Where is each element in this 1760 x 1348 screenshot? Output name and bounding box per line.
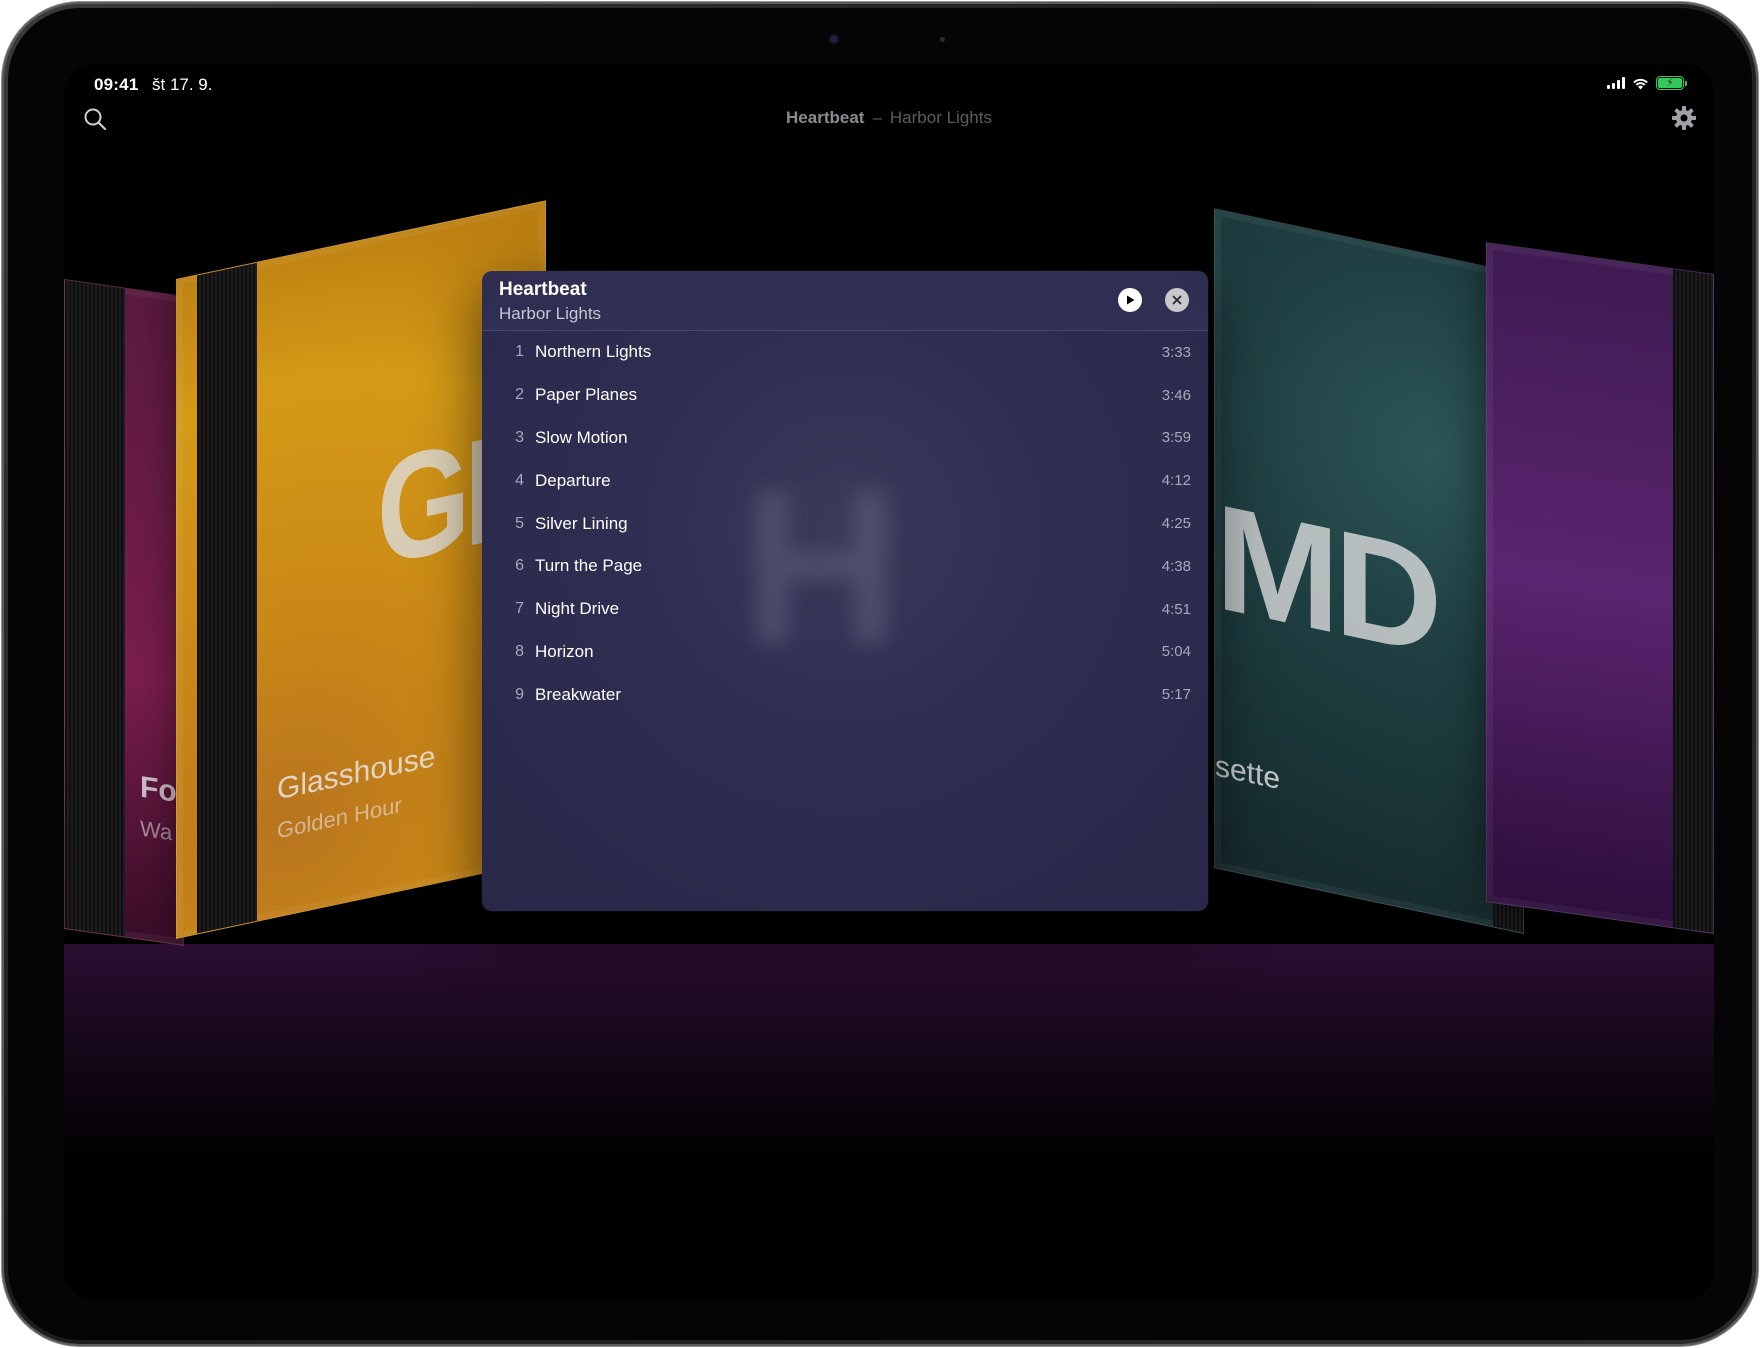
track-title: Departure (535, 470, 611, 490)
track-number: 2 (515, 386, 524, 404)
track-number: 8 (515, 642, 524, 660)
track-row[interactable]: 3 Slow Motion 3:59 (482, 417, 1208, 460)
track-duration: 5:17 (1161, 686, 1191, 704)
play-icon (1127, 295, 1135, 305)
status-time: 09:41 (94, 75, 139, 94)
album-artist-fragment: Wa (140, 815, 173, 846)
album-title-fragment: sette (1215, 749, 1281, 797)
track-number: 5 (515, 514, 524, 532)
track-title: Night Drive (535, 599, 620, 619)
track-number: 4 (515, 471, 524, 489)
track-duration: 4:38 (1161, 557, 1191, 575)
battery-charging-icon: ⚡ (1656, 76, 1687, 90)
album-cover-lettering: MD (1215, 471, 1437, 687)
signal-icon (1607, 77, 1625, 89)
track-title: Slow Motion (535, 427, 628, 447)
track-row[interactable]: 6 Turn the Page 4:38 (482, 545, 1208, 588)
track-title: Horizon (535, 641, 594, 661)
album-title: Heartbeat (499, 279, 587, 300)
settings-button[interactable] (1666, 100, 1702, 136)
album-cover-md[interactable]: MD sette (1214, 208, 1524, 934)
album-cover-far-left[interactable]: Fo Wa (64, 279, 184, 946)
gear-icon (1672, 106, 1696, 130)
now-playing-track: Heartbeat (786, 108, 865, 127)
track-number: 3 (515, 428, 524, 446)
play-album-button[interactable] (1118, 288, 1142, 312)
status-date: št 17. 9. (152, 75, 213, 94)
track-duration: 5:04 (1161, 643, 1191, 661)
track-title: Silver Lining (535, 513, 628, 533)
track-row[interactable]: 8 Horizon 5:04 (482, 631, 1208, 674)
close-icon (1172, 295, 1182, 305)
floor-reflection (64, 944, 1714, 1164)
screen-bezel: Fo Wa GH Glasshouse Golden Hour MD sette (8, 8, 1752, 1340)
album-spine (197, 262, 257, 934)
now-playing-title[interactable]: Heartbeat – Harbor Lights (64, 108, 1714, 128)
track-title: Paper Planes (535, 385, 638, 405)
album-artist: Harbor Lights (499, 304, 602, 323)
track-duration: 4:25 (1161, 515, 1191, 533)
now-playing-artist: Harbor Lights (889, 108, 992, 127)
track-row[interactable]: 5 Silver Lining 4:25 (482, 502, 1208, 545)
close-panel-button[interactable] (1165, 288, 1189, 312)
album-cover-far-right[interactable] (1486, 241, 1714, 935)
track-title: Breakwater (535, 684, 621, 704)
track-number: 6 (515, 557, 524, 575)
ambient-sensor (940, 37, 945, 42)
track-duration: 3:46 (1161, 386, 1191, 404)
ipad-frame: Fo Wa GH Glasshouse Golden Hour MD sette (2, 2, 1758, 1346)
album-spine (65, 280, 125, 937)
track-duration: 4:12 (1161, 472, 1191, 490)
track-row[interactable]: 1 Northern Lights 3:33 (482, 331, 1208, 374)
now-playing-separator: – (872, 108, 882, 127)
track-title: Northern Lights (535, 342, 652, 362)
track-number: 9 (515, 685, 524, 703)
track-number: 1 (515, 343, 524, 361)
screen: Fo Wa GH Glasshouse Golden Hour MD sette (64, 64, 1714, 1300)
track-row[interactable]: 4 Departure 4:12 (482, 459, 1208, 502)
status-indicators: ⚡ (1607, 76, 1687, 90)
album-spine (1673, 269, 1713, 933)
track-title: Turn the Page (535, 556, 643, 576)
panel-header: Heartbeat Harbor Lights (482, 271, 1208, 331)
track-list: 1 Northern Lights 3:33 2 Paper Planes 3:… (482, 331, 1208, 716)
album-title-fragment: Fo (140, 770, 177, 809)
album-tracklist-panel: H Heartbeat Harbor Lights 1 Northern Lig… (482, 271, 1208, 911)
album-title: Glasshouse (277, 739, 436, 807)
track-duration: 3:33 (1161, 343, 1191, 361)
track-row[interactable]: 9 Breakwater 5:17 (482, 673, 1208, 716)
track-row[interactable]: 7 Night Drive 4:51 (482, 588, 1208, 631)
front-camera (830, 35, 838, 43)
track-number: 7 (515, 600, 524, 618)
track-row[interactable]: 2 Paper Planes 3:46 (482, 374, 1208, 417)
track-duration: 4:51 (1161, 600, 1191, 618)
wifi-icon (1633, 78, 1648, 89)
track-duration: 3:59 (1161, 429, 1191, 447)
